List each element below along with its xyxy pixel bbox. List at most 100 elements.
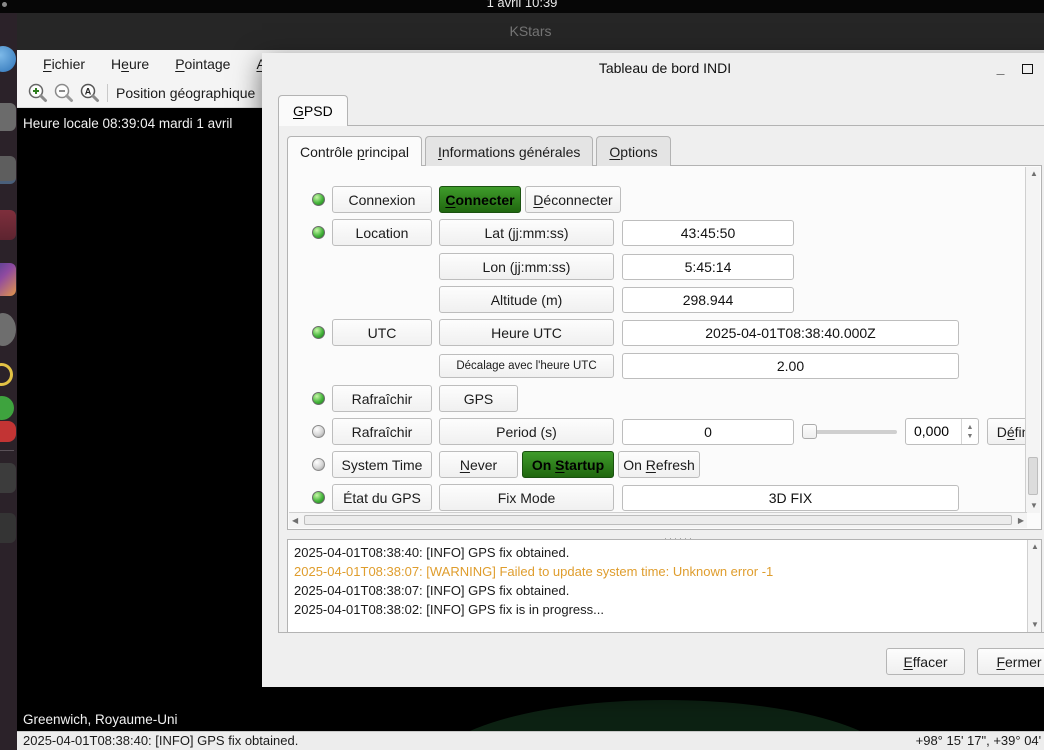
- on-startup-button-label: On Startup: [531, 456, 605, 473]
- hscroll-thumb[interactable]: [304, 515, 1012, 525]
- log-line: 2025-04-01T08:38:07: [INFO] GPS fix obta…: [294, 583, 570, 598]
- minimize-button[interactable]: _: [993, 61, 1008, 76]
- system-time-property-label: System Time: [332, 451, 432, 478]
- row-location: Location Lat (jj:mm:ss) 43:45:50: [289, 219, 794, 246]
- led-connection-icon: [312, 193, 325, 206]
- fix-mode-field[interactable]: 3D FIX: [622, 484, 959, 511]
- files-icon[interactable]: [0, 103, 16, 131]
- scroll-up-icon[interactable]: ▲: [1030, 169, 1038, 179]
- never-button[interactable]: Never: [439, 451, 518, 478]
- lat-field[interactable]: 43:45:50: [622, 219, 794, 246]
- terminal-icon[interactable]: [0, 156, 16, 184]
- tab-main-control[interactable]: Contrôle principal: [287, 136, 422, 167]
- never-button-label: Never: [459, 456, 498, 473]
- period-slider[interactable]: [802, 418, 897, 445]
- close-button-label: Fermer: [996, 653, 1042, 670]
- period-slider-handle[interactable]: [802, 424, 817, 439]
- svg-text:A: A: [85, 86, 92, 96]
- group-tabbar: Contrôle principal Informations générale…: [287, 136, 674, 167]
- control-horizontal-scrollbar[interactable]: ◀ ▶: [289, 512, 1027, 528]
- period-spinbox[interactable]: 0,000 ▲ ▼: [905, 418, 979, 445]
- indi-dialog: Tableau de bord INDI _ GPSD Contrôle pri…: [262, 53, 1044, 687]
- altitude-button[interactable]: Altitude (m): [439, 286, 614, 313]
- app-scarlet-icon[interactable]: [0, 421, 16, 442]
- set-period-button-label: Définir: [996, 423, 1027, 440]
- utc-offset-button[interactable]: Décalage avec l'heure UTC: [439, 353, 614, 378]
- control-vertical-scrollbar[interactable]: ▲ ▼: [1025, 167, 1040, 513]
- sky-local-time: Heure locale 08:39:04 mardi 1 avril: [23, 116, 233, 131]
- control-scroll-area: Connexion Connecter Déconnecter Location…: [287, 165, 1042, 530]
- settings-icon[interactable]: [0, 313, 16, 346]
- tab-options-label: Options: [609, 143, 658, 160]
- altitude-field[interactable]: 298.944: [622, 286, 794, 313]
- statusbar: 2025-04-01T08:38:40: [INFO] GPS fix obta…: [17, 731, 1044, 750]
- scroll-left-icon[interactable]: ◀: [292, 516, 298, 526]
- on-refresh-button-label: On Refresh: [623, 456, 695, 473]
- tab-device-gpsd-label: GPSD: [293, 103, 333, 119]
- app-dark-icon[interactable]: [0, 463, 16, 493]
- utc-time-button[interactable]: Heure UTC: [439, 319, 614, 346]
- tab-general-info[interactable]: Informations générales: [424, 136, 594, 166]
- menu-fichier[interactable]: Fichier: [43, 56, 85, 72]
- scroll-right-icon[interactable]: ▶: [1018, 516, 1024, 526]
- splitter-handle[interactable]: ······: [279, 531, 1044, 543]
- browser-icon[interactable]: [0, 46, 16, 72]
- zoom-out-icon[interactable]: [51, 80, 77, 106]
- app-dark2-icon[interactable]: [0, 513, 16, 543]
- spinbox-arrows-icon[interactable]: ▲ ▼: [961, 419, 978, 444]
- clear-button[interactable]: Effacer: [886, 648, 965, 675]
- tab-device-gpsd[interactable]: GPSD: [278, 95, 348, 126]
- gps-refresh-button[interactable]: GPS: [439, 385, 518, 412]
- app-red-icon[interactable]: [0, 210, 16, 240]
- ring-icon[interactable]: [0, 363, 13, 386]
- toolbar-separator: [107, 83, 108, 102]
- led-system-time-icon: [312, 458, 325, 471]
- utc-offset-field[interactable]: 2.00: [622, 352, 959, 379]
- connection-property-label: Connexion: [332, 186, 432, 213]
- log-pane[interactable]: 2025-04-01T08:38:40: [INFO] GPS fix obta…: [287, 539, 1042, 633]
- lon-field[interactable]: 5:45:14: [622, 253, 794, 280]
- log-vertical-scrollbar[interactable]: ▲ ▼: [1027, 540, 1041, 632]
- log-scroll-down-icon[interactable]: ▼: [1031, 620, 1039, 630]
- log-scroll-up-icon[interactable]: ▲: [1031, 542, 1039, 552]
- connect-button-label: Connecter: [445, 191, 515, 208]
- indi-dialog-titlebar[interactable]: Tableau de bord INDI _: [262, 53, 1044, 85]
- menu-heure[interactable]: Heure: [111, 56, 149, 72]
- photos-icon[interactable]: [0, 263, 16, 296]
- tab-options[interactable]: Options: [596, 136, 671, 166]
- disconnect-button[interactable]: Déconnecter: [525, 186, 621, 213]
- dock: [0, 13, 17, 750]
- period-field[interactable]: 0: [622, 418, 794, 445]
- kstars-window-title: KStars: [509, 23, 552, 39]
- on-refresh-button[interactable]: On Refresh: [618, 451, 700, 478]
- find-object-icon[interactable]: A: [77, 80, 103, 106]
- sky-location-label: Greenwich, Royaume-Uni: [23, 712, 178, 727]
- maximize-button[interactable]: [1020, 62, 1035, 76]
- lon-button[interactable]: Lon (jj:mm:ss): [439, 253, 614, 280]
- on-startup-button[interactable]: On Startup: [522, 451, 614, 478]
- utc-time-field[interactable]: 2025-04-01T08:38:40.000Z: [622, 319, 959, 346]
- clear-button-label: Effacer: [903, 653, 948, 670]
- statusbar-coordinates: +98° 15' 17", +39° 04' 1: [915, 733, 1044, 748]
- set-period-button[interactable]: Définir: [987, 418, 1027, 445]
- led-utc-icon: [312, 326, 325, 339]
- scroll-down-icon[interactable]: ▼: [1030, 501, 1038, 511]
- vscroll-thumb[interactable]: [1028, 457, 1038, 495]
- dock-divider: [0, 450, 14, 451]
- horizon-ground: [430, 700, 900, 731]
- shell-clock[interactable]: 1 avril 10:39: [0, 0, 1044, 10]
- row-connection: Connexion Connecter Déconnecter: [289, 186, 621, 213]
- shell-top-bar: 1 avril 10:39: [0, 0, 1044, 13]
- row-refresh-period: Rafraîchir Period (s) 0 0,000 ▲▼ Définir: [289, 418, 1027, 445]
- connect-button[interactable]: Connecter: [439, 186, 521, 213]
- fix-mode-button[interactable]: Fix Mode: [439, 484, 614, 511]
- row-longitude: Lon (jj:mm:ss) 5:45:14: [439, 253, 794, 280]
- location-property-label: Location: [332, 219, 432, 246]
- toolbar-position-label[interactable]: Position géographique: [116, 85, 255, 101]
- kstars-dock-icon[interactable]: [0, 396, 14, 420]
- zoom-in-icon[interactable]: [25, 80, 51, 106]
- menu-pointage[interactable]: Pointage: [175, 56, 230, 72]
- close-button[interactable]: Fermer: [977, 648, 1044, 675]
- period-button[interactable]: Period (s): [439, 418, 614, 445]
- lat-button[interactable]: Lat (jj:mm:ss): [439, 219, 614, 246]
